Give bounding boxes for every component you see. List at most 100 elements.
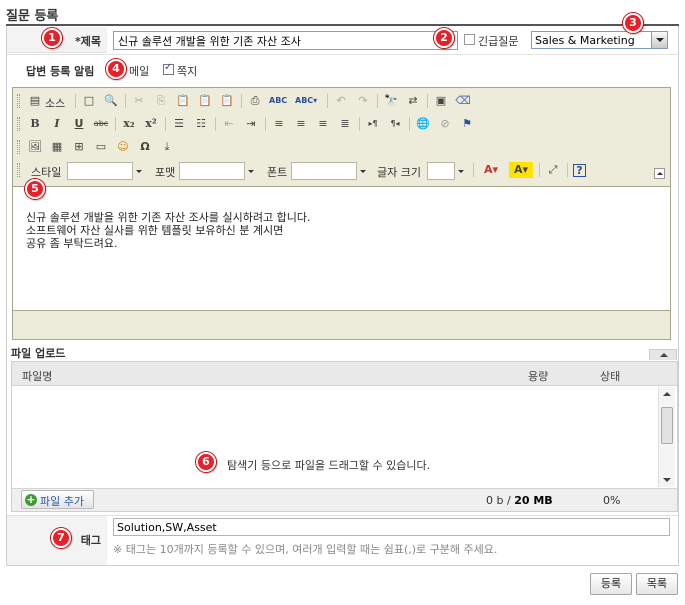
font-combo[interactable] [291,162,357,180]
style-label: 스타일 [31,166,62,179]
urgent-checkbox[interactable] [464,34,475,45]
remove-format-icon[interactable]: ⌫ [455,93,471,109]
select-all-icon[interactable]: ▣ [433,93,449,109]
spellcheck-menu-icon[interactable]: ABC▾ [295,93,317,109]
tag-input[interactable] [113,518,670,536]
category-select[interactable]: Sales & Marketing [531,31,668,49]
table-icon[interactable]: ⊞ [71,139,87,155]
source-icon[interactable]: ▤ [27,93,43,109]
outdent-icon[interactable]: ⇤ [221,116,237,132]
superscript-icon[interactable]: x² [143,116,159,132]
col-filename: 파일명 [22,370,53,383]
copy-icon[interactable]: ⎘ [153,93,169,109]
toolbar-separator [241,94,242,108]
callout-marker: 6 [196,452,216,472]
maximize-icon[interactable]: ⤢ [545,162,561,178]
horizontal-rule-icon[interactable]: ▭ [93,139,109,155]
style-combo[interactable] [67,162,133,180]
font-size-combo[interactable] [427,162,455,180]
scroll-up-icon[interactable] [663,392,671,396]
upload-percent: 0% [603,494,621,507]
indent-icon[interactable]: ⇥ [243,116,259,132]
bullet-list-icon[interactable]: ☷ [193,116,209,132]
preview-icon[interactable]: 🔍 [103,93,119,109]
chevron-down-icon[interactable] [357,162,369,180]
toolbar-row-2: B I U abc x₂ x² ☰ ☷ ⇤ ⇥ ≡ ≡ ≡ ≣ ▸¶ ¶◂ 🌐 … [15,113,670,135]
font-size-label: 글자 크기 [377,166,421,179]
align-left-icon[interactable]: ≡ [271,116,287,132]
scroll-thumb[interactable] [661,407,673,444]
editor-content[interactable]: 신규 솔루션 개발을 위한 기존 자산 조사를 실시하려고 합니다. 소프트웨어… [13,186,670,311]
flash-icon[interactable]: ▦ [49,139,65,155]
paste-text-icon[interactable]: 📋 [197,93,213,109]
size-separator: / [503,494,515,507]
align-center-icon[interactable]: ≡ [293,116,309,132]
special-char-icon[interactable]: Ω [137,139,153,155]
title-input[interactable] [113,31,458,50]
list-button[interactable]: 목록 [636,573,678,595]
chevron-down-icon[interactable] [133,162,145,180]
paste-icon[interactable]: 📋 [175,93,191,109]
bg-color-icon[interactable]: A▾ [509,162,533,178]
urgent-label: 긴급질문 [478,35,519,48]
subscript-icon[interactable]: x₂ [121,116,137,132]
callout-marker: 1 [42,28,62,48]
source-label[interactable]: 소스 [45,95,65,111]
spellcheck-icon[interactable]: ABC [269,93,287,109]
register-button[interactable]: 등록 [590,573,632,595]
collapse-toolbar-icon[interactable] [654,168,665,179]
upload-size: 0 b / 20 MB [486,494,553,507]
callout-marker: 5 [25,179,45,199]
align-justify-icon[interactable]: ≣ [337,116,353,132]
anchor-flag-icon[interactable]: ⚑ [459,116,475,132]
category-value: Sales & Marketing [535,34,635,47]
smiley-icon[interactable]: ☺ [115,139,131,155]
toolbar-separator [377,94,378,108]
toolbar-separator [115,117,116,131]
toolbar-separator [215,117,216,131]
note-checkbox[interactable] [163,62,174,75]
underline-icon[interactable]: U [71,116,87,132]
upload-section-label: 파일 업로드 [11,347,66,360]
rtl-icon[interactable]: ¶◂ [387,116,403,132]
tag-label: 태그 [80,534,101,547]
undo-icon[interactable]: ↶ [333,93,349,109]
align-right-icon[interactable]: ≡ [315,116,331,132]
chevron-down-icon[interactable] [455,162,467,180]
chevron-down-icon[interactable] [245,162,257,180]
numbered-list-icon[interactable]: ☰ [171,116,187,132]
scroll-down-icon[interactable] [663,478,671,482]
toolbar-separator [165,117,166,131]
upload-scrollbar[interactable] [658,387,675,487]
add-file-button[interactable]: + 파일 추가 [21,490,94,509]
replace-icon[interactable]: ⇄ [405,93,421,109]
unlink-icon[interactable]: ⊘ [437,116,453,132]
new-page-icon[interactable]: □ [81,93,97,109]
image-icon[interactable]: 🖼 [27,139,43,155]
ltr-icon[interactable]: ▸¶ [365,116,381,132]
callout-marker: 2 [434,28,454,48]
cut-icon[interactable]: ✂ [131,93,147,109]
mail-label: 메일 [129,65,150,78]
help-icon[interactable]: ? [573,164,586,177]
print-icon[interactable]: ⎙ [247,93,263,109]
find-icon[interactable]: 🔭 [383,93,399,109]
size-used: 0 b [486,494,504,507]
redo-icon[interactable]: ↷ [355,93,371,109]
col-size: 용량 [528,370,549,383]
strike-icon[interactable]: abc [93,116,109,132]
callout-marker: 7 [51,528,71,548]
plus-icon: + [25,493,37,506]
toolbar-grip [17,117,20,131]
format-combo[interactable] [179,162,245,180]
paste-word-icon[interactable]: 📋 [219,93,235,109]
bold-icon[interactable]: B [27,116,43,132]
page-break-icon[interactable]: ⤓ [159,139,175,155]
link-icon[interactable]: 🌐 [415,116,431,132]
italic-icon[interactable]: I [49,116,65,132]
toolbar-separator [567,163,568,177]
collapse-upload-icon[interactable] [649,349,677,360]
chevron-down-icon[interactable] [651,32,667,48]
upload-footer [12,488,677,511]
text-color-icon[interactable]: A▾ [479,162,503,178]
